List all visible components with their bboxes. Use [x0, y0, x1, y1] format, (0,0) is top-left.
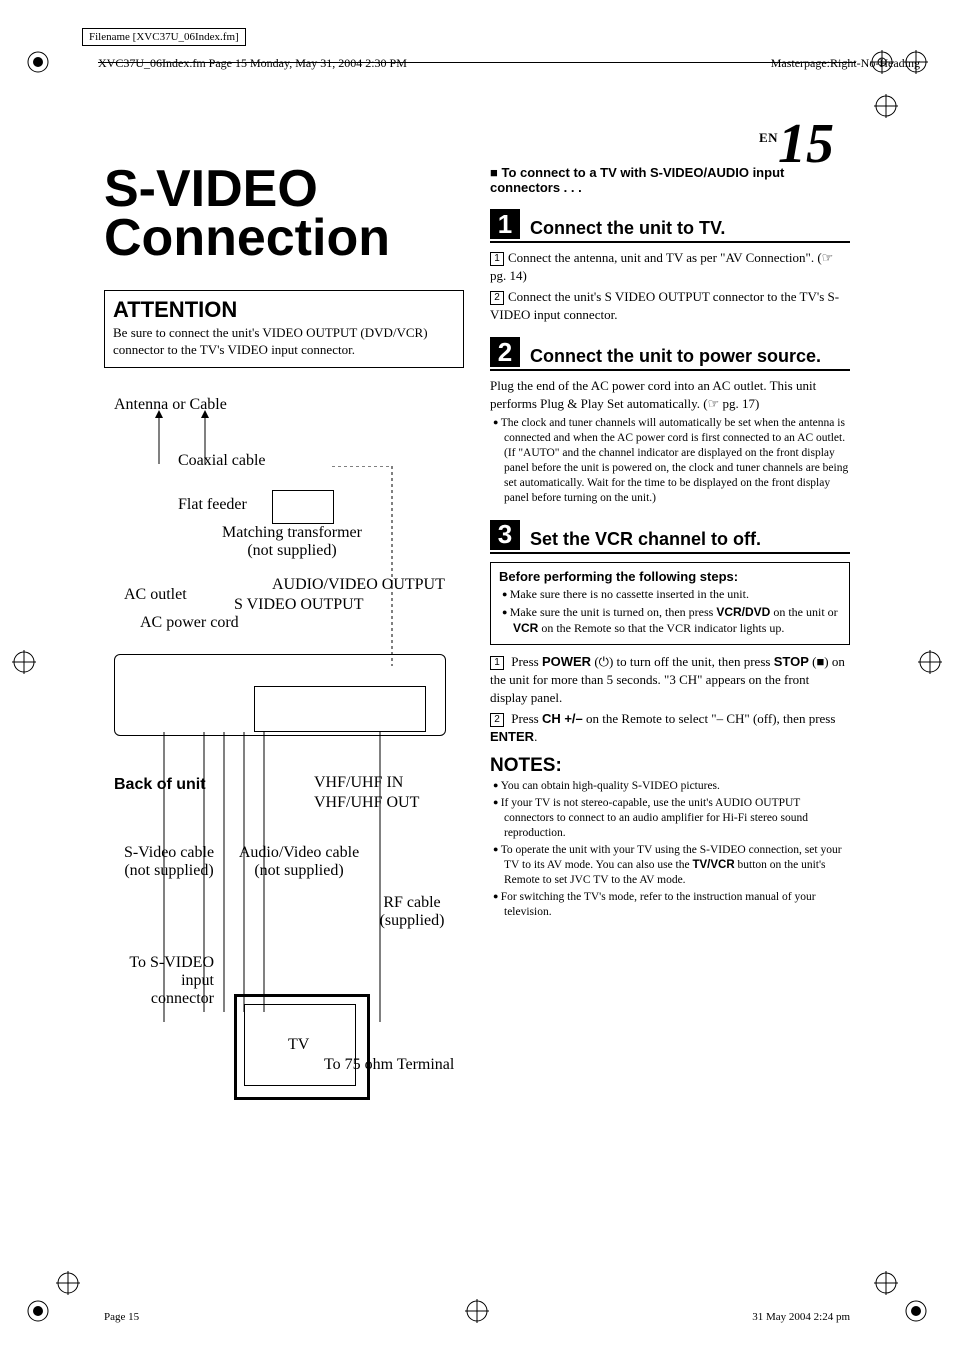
notes-heading: NOTES: [490, 755, 850, 777]
regmark-icon [904, 1299, 928, 1323]
regmark-icon [26, 50, 50, 74]
regmark-icon [56, 1271, 80, 1295]
frame-header-right: Masterpage:Right-No-Heading [771, 56, 920, 71]
step-number-icon: 3 [490, 520, 520, 550]
notes-item: You can obtain high-quality S-VIDEO pict… [490, 779, 850, 794]
section-leadin: ■ To connect to a TV with S-VIDEO/AUDIO … [490, 165, 850, 195]
step-3-heading: 3 Set the VCR channel to off. [490, 520, 850, 554]
diagram-label: AC outlet [124, 586, 187, 604]
diagram-label: To 75 ohm Terminal [324, 1056, 454, 1074]
regmark-icon [874, 1271, 898, 1295]
step-2-text: Plug the end of the AC power cord into a… [490, 377, 850, 412]
footer-left: Page 15 [104, 1311, 139, 1323]
diagram-label: S VIDEO OUTPUT [234, 596, 363, 614]
notes-item: If your TV is not stereo-capable, use th… [490, 796, 850, 841]
attention-text: Be sure to connect the unit's VIDEO OUTP… [113, 325, 455, 359]
diagram-label: AUDIO/VIDEO OUTPUT [272, 576, 445, 594]
step-1-item: 2Connect the unit's S VIDEO OUTPUT conne… [490, 288, 850, 323]
step-number-icon: 1 [490, 209, 520, 239]
notes-item: To operate the unit with your TV using t… [490, 843, 850, 888]
before-bullet: Make sure the unit is turned on, then pr… [499, 604, 841, 636]
frame-header-left: XVC37U_06Index.fm Page 15 Monday, May 31… [98, 56, 407, 71]
step-3-item: 1 Press POWER (⏻) to turn off the unit, … [490, 653, 850, 706]
step-2-bullet: The clock and tuner channels will automa… [490, 416, 850, 506]
diagram-label: TV [288, 1036, 309, 1054]
page-title: S-VIDEO Connection [104, 165, 464, 264]
filename-box: Filename [XVC37U_06Index.fm] [82, 28, 246, 46]
diagram-label: To S-VIDEO inputconnector [94, 954, 214, 1008]
diagram-label: AC power cord [140, 614, 239, 632]
connection-diagram: Antenna or Cable Coaxial cable Flat feed… [104, 396, 464, 1116]
diagram-label: RF cable(supplied) [372, 894, 452, 930]
step-1-item: 1Connect the antenna, unit and TV as per… [490, 249, 850, 284]
diagram-label: Audio/Video cable(not supplied) [234, 844, 364, 880]
step-number-icon: 2 [490, 337, 520, 367]
attention-heading: ATTENTION [113, 297, 455, 323]
regmark-icon [918, 650, 942, 674]
attention-box: ATTENTION Be sure to connect the unit's … [104, 290, 464, 368]
diagram-label: Flat feeder [178, 496, 247, 514]
before-bullet: Make sure there is no cassette inserted … [499, 586, 841, 602]
notes-item: For switching the TV's mode, refer to th… [490, 890, 850, 920]
step-3-item: 2 Press CH +/– on the Remote to select "… [490, 710, 850, 745]
step-1-heading: 1 Connect the unit to TV. [490, 209, 850, 243]
step-2-heading: 2 Connect the unit to power source. [490, 337, 850, 371]
diagram-label: Coaxial cable [178, 452, 266, 470]
before-box: Before performing the following steps: M… [490, 562, 850, 646]
regmark-icon [12, 650, 36, 674]
regmark-icon [26, 1299, 50, 1323]
diagram-label: S-Video cable(not supplied) [114, 844, 224, 880]
regmark-icon [874, 94, 898, 118]
footer-right: 31 May 2004 2:24 pm [752, 1311, 850, 1323]
